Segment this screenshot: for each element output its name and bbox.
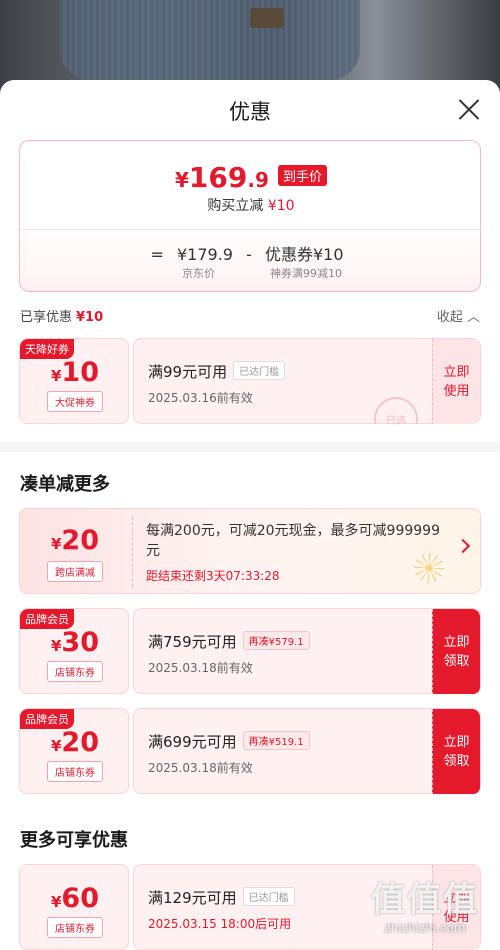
coupon-condition: 满129元可用 已达门槛 bbox=[148, 887, 295, 908]
enjoyed-amount: ¥10 bbox=[76, 310, 104, 325]
add-more-badge: 再凑¥519.1 bbox=[242, 731, 310, 750]
coupon-corner-badge: 天降好券 bbox=[20, 339, 74, 359]
jeans-image bbox=[60, 0, 360, 80]
coupon-type: 大促神券 bbox=[47, 391, 103, 412]
coupon-type: 店铺东券 bbox=[47, 761, 103, 782]
coupon-type: 店铺东券 bbox=[47, 661, 103, 682]
coupon-detail-panel: 满699元可用 再凑¥519.1 2025.03.18前有效 立即领取 bbox=[133, 708, 481, 794]
promo-separator bbox=[132, 517, 133, 587]
collapse-button[interactable]: 收起 ︿ bbox=[437, 306, 480, 325]
discount-sheet: 优惠 ¥169.9 到手价 购买立减 ¥10 = ¥179.9 - 优惠券¥10… bbox=[0, 80, 500, 950]
coupon-corner-badge: 品牌会员 bbox=[20, 609, 74, 629]
close-icon[interactable] bbox=[458, 98, 480, 120]
coupon-expiry: 2025.03.18前有效 bbox=[148, 661, 253, 675]
promo-value: ¥20 bbox=[50, 525, 99, 556]
collapse-label: 收起 bbox=[436, 310, 463, 325]
watermark-logo: 值值值 bbox=[371, 880, 479, 920]
watermark-url: zhizhizhi.com bbox=[384, 921, 466, 935]
claim-now-button[interactable]: 立即领取 bbox=[432, 709, 480, 794]
coupon-deduction-label: 神券满99减10 bbox=[270, 267, 342, 280]
coupon-type: 店铺东券 bbox=[47, 917, 103, 938]
coupon-card: ¥30 店铺东券 品牌会员 满759元可用 再凑¥579.1 2025.03.18… bbox=[19, 608, 481, 694]
use-now-button[interactable]: 立即使用 bbox=[432, 339, 480, 424]
promo-type: 跨店满减 bbox=[47, 561, 103, 582]
price-summary-card: ¥169.9 到手价 购买立减 ¥10 = ¥179.9 - 优惠券¥10 京东… bbox=[19, 140, 482, 292]
equals-sign: = bbox=[150, 245, 164, 264]
cross-store-promo-card[interactable]: ¥20 跨店满减 每满200元，可减20元现金，最多可减999999元 距结束还… bbox=[19, 508, 481, 594]
coupon-detail-panel: 满759元可用 再凑¥579.1 2025.03.18前有效 立即领取 bbox=[133, 608, 481, 694]
final-price-tag: 到手价 bbox=[277, 165, 327, 186]
coupon-value-panel: ¥30 店铺东券 品牌会员 bbox=[19, 608, 129, 694]
coupon-condition: 满99元可用 已达门槛 bbox=[148, 361, 286, 382]
jeans-patch bbox=[250, 8, 284, 28]
coupon-corner-badge: 品牌会员 bbox=[20, 709, 74, 729]
add-more-badge: 再凑¥579.1 bbox=[242, 631, 310, 650]
coupon-value-panel: ¥60 店铺东券 bbox=[19, 864, 129, 950]
enjoyed-label: 已享优惠 bbox=[20, 310, 73, 325]
promo-countdown: 距结束还剩3天07:33:28 bbox=[146, 569, 280, 583]
promo-description: 每满200元，可减20元现金，最多可减999999元 bbox=[146, 523, 440, 559]
coupon-available-time: 2025.03.15 18:00后可用 bbox=[148, 917, 292, 931]
summary-divider bbox=[20, 229, 482, 230]
background-photo bbox=[0, 0, 500, 90]
final-price-currency: ¥ bbox=[175, 168, 189, 192]
section-title-more-savings: 凑单减更多 bbox=[20, 474, 110, 495]
site-watermark: 值值值 zhizhizhi.com bbox=[360, 872, 490, 940]
chevron-up-icon: ︿ bbox=[466, 310, 480, 325]
coupon-value: ¥30 bbox=[50, 627, 99, 658]
final-price: 169.9 bbox=[188, 161, 269, 194]
coupon-value-panel: ¥10 大促神券 天降好券 bbox=[19, 338, 129, 424]
coupon-value: ¥60 bbox=[50, 883, 99, 914]
coupon-deduction: 优惠券¥10 bbox=[264, 245, 344, 264]
sheet-title: 优惠 bbox=[229, 100, 271, 124]
threshold-reached-badge: 已达门槛 bbox=[242, 887, 295, 906]
claim-now-button[interactable]: 立即领取 bbox=[432, 609, 480, 694]
coupon-card: ¥20 店铺东券 品牌会员 满699元可用 再凑¥519.1 2025.03.18… bbox=[19, 708, 481, 794]
coupon-value: ¥20 bbox=[50, 727, 99, 758]
instant-discount-amount: ¥10 bbox=[267, 198, 295, 214]
section-divider bbox=[0, 442, 500, 452]
instant-discount-text: 购买立减 ¥10 bbox=[20, 195, 482, 215]
coupon-expiry: 2025.03.18前有效 bbox=[148, 761, 253, 775]
instant-discount-label: 购买立减 bbox=[207, 198, 264, 214]
coupon-detail-panel: 满99元可用 已达门槛 2025.03.16前有效 已选 立即使用 bbox=[133, 338, 481, 424]
final-price-row: ¥169.9 到手价 bbox=[20, 161, 482, 194]
coupon-card-used: ¥10 大促神券 天降好券 满99元可用 已达门槛 2025.03.16前有效 已… bbox=[19, 338, 481, 424]
jd-price: ¥179.9 bbox=[177, 245, 233, 264]
selected-stamp: 已选 bbox=[374, 397, 418, 424]
price-equation: = ¥179.9 - 优惠券¥10 bbox=[20, 241, 482, 265]
jd-price-label: 京东价 bbox=[182, 267, 215, 280]
chevron-right-icon bbox=[455, 538, 471, 554]
coupon-condition: 满699元可用 再凑¥519.1 bbox=[148, 731, 310, 752]
threshold-reached-badge: 已达门槛 bbox=[233, 361, 286, 380]
coupon-condition: 满759元可用 再凑¥579.1 bbox=[148, 631, 310, 652]
coupon-value: ¥10 bbox=[50, 357, 99, 388]
minus-sign: - bbox=[246, 245, 252, 264]
enjoyed-discount-row: 已享优惠 ¥10 bbox=[20, 306, 103, 325]
coupon-value-panel: ¥20 店铺东券 品牌会员 bbox=[19, 708, 129, 794]
section-title-more-discounts: 更多可享优惠 bbox=[20, 830, 128, 851]
firework-icon bbox=[414, 553, 444, 583]
coupon-expiry: 2025.03.16前有效 bbox=[148, 391, 253, 405]
